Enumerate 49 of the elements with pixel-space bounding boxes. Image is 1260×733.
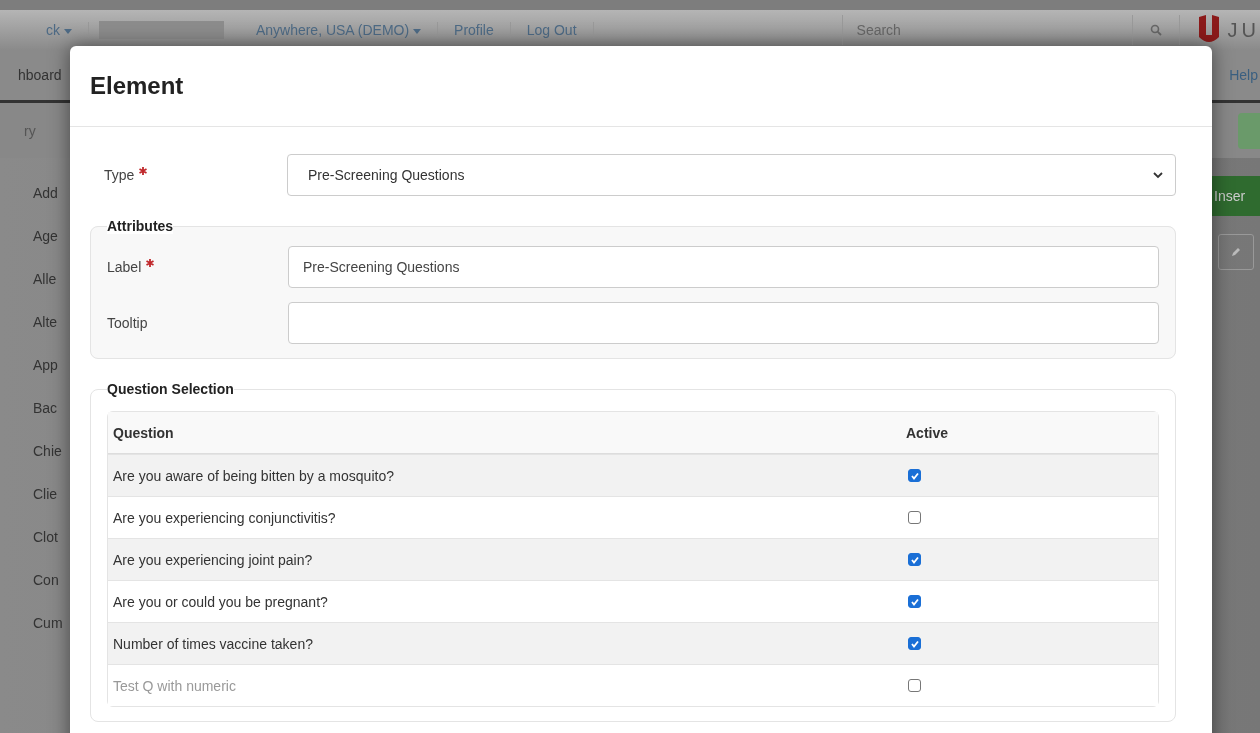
section-legend: Question Selection <box>107 381 234 397</box>
checkbox[interactable] <box>908 553 921 566</box>
table-cell-text: Are you aware of being bitten by a mosquito? <box>113 467 395 484</box>
insert-button[interactable]: Inser <box>1212 176 1260 216</box>
table-cell-text: Are you experiencing conjunctivitis? <box>113 509 337 526</box>
pencil-icon <box>1230 246 1242 258</box>
account-menu[interactable]: ck <box>30 22 89 38</box>
table-cell-text: Are you or could you be pregnant? <box>113 593 329 610</box>
sidebar-item[interactable]: Chie <box>33 440 63 463</box>
section-legend: Attributes <box>107 218 174 234</box>
nav-link[interactable]: hboard <box>18 67 62 83</box>
sidebar-item[interactable]: App <box>33 354 63 377</box>
nav-link[interactable]: Profile <box>438 22 511 38</box>
search-button[interactable] <box>1131 15 1180 45</box>
sidebar-item[interactable]: Alte <box>33 311 63 334</box>
sidebar-item[interactable]: Clot <box>33 526 63 549</box>
checkbox[interactable] <box>908 469 921 482</box>
checkbox[interactable] <box>908 511 921 524</box>
table-cell-text: Are you experiencing joint pain? <box>113 551 314 568</box>
caret-icon <box>413 28 422 34</box>
table-cell-text: Number of times vaccine taken? <box>113 635 314 652</box>
text-field[interactable]: Pre-Screening Questions <box>288 246 1159 288</box>
sidebar-item[interactable]: Clie <box>33 483 63 506</box>
sidebar-item[interactable]: Bac <box>33 397 63 420</box>
sidebar-item[interactable]: Age <box>33 225 63 248</box>
caret-icon <box>63 28 72 34</box>
sidebar-item[interactable]: Con <box>33 569 63 592</box>
chevron-down-icon <box>1153 171 1163 179</box>
logo-text: JU <box>1227 18 1260 42</box>
text-field[interactable] <box>288 302 1159 344</box>
nav-link[interactable]: Log Out <box>510 22 594 38</box>
field-label: Type <box>104 167 135 183</box>
field-label: Tooltip <box>107 315 148 331</box>
location-menu[interactable]: Anywhere, USA (DEMO) <box>239 22 439 38</box>
type-select[interactable]: Pre-Screening Questions <box>287 154 1176 196</box>
sidebar-item[interactable]: Alle <box>33 268 63 291</box>
checkbox[interactable] <box>908 595 921 608</box>
search-icon <box>1149 24 1162 36</box>
column-header: Active <box>906 424 950 441</box>
help-link[interactable]: Help <box>1229 67 1258 83</box>
checkbox[interactable] <box>908 637 921 650</box>
modal-title: Element <box>90 72 184 100</box>
sidebar-item[interactable]: Cum <box>33 612 63 635</box>
search-field[interactable]: Search <box>841 15 1132 45</box>
table-cell-text: Test Q with numeric <box>113 677 237 694</box>
column-header: Question <box>113 424 175 441</box>
field-label: Label <box>107 259 142 275</box>
sidebar-item[interactable]: Add <box>33 182 63 205</box>
logo-icon <box>1197 15 1220 45</box>
